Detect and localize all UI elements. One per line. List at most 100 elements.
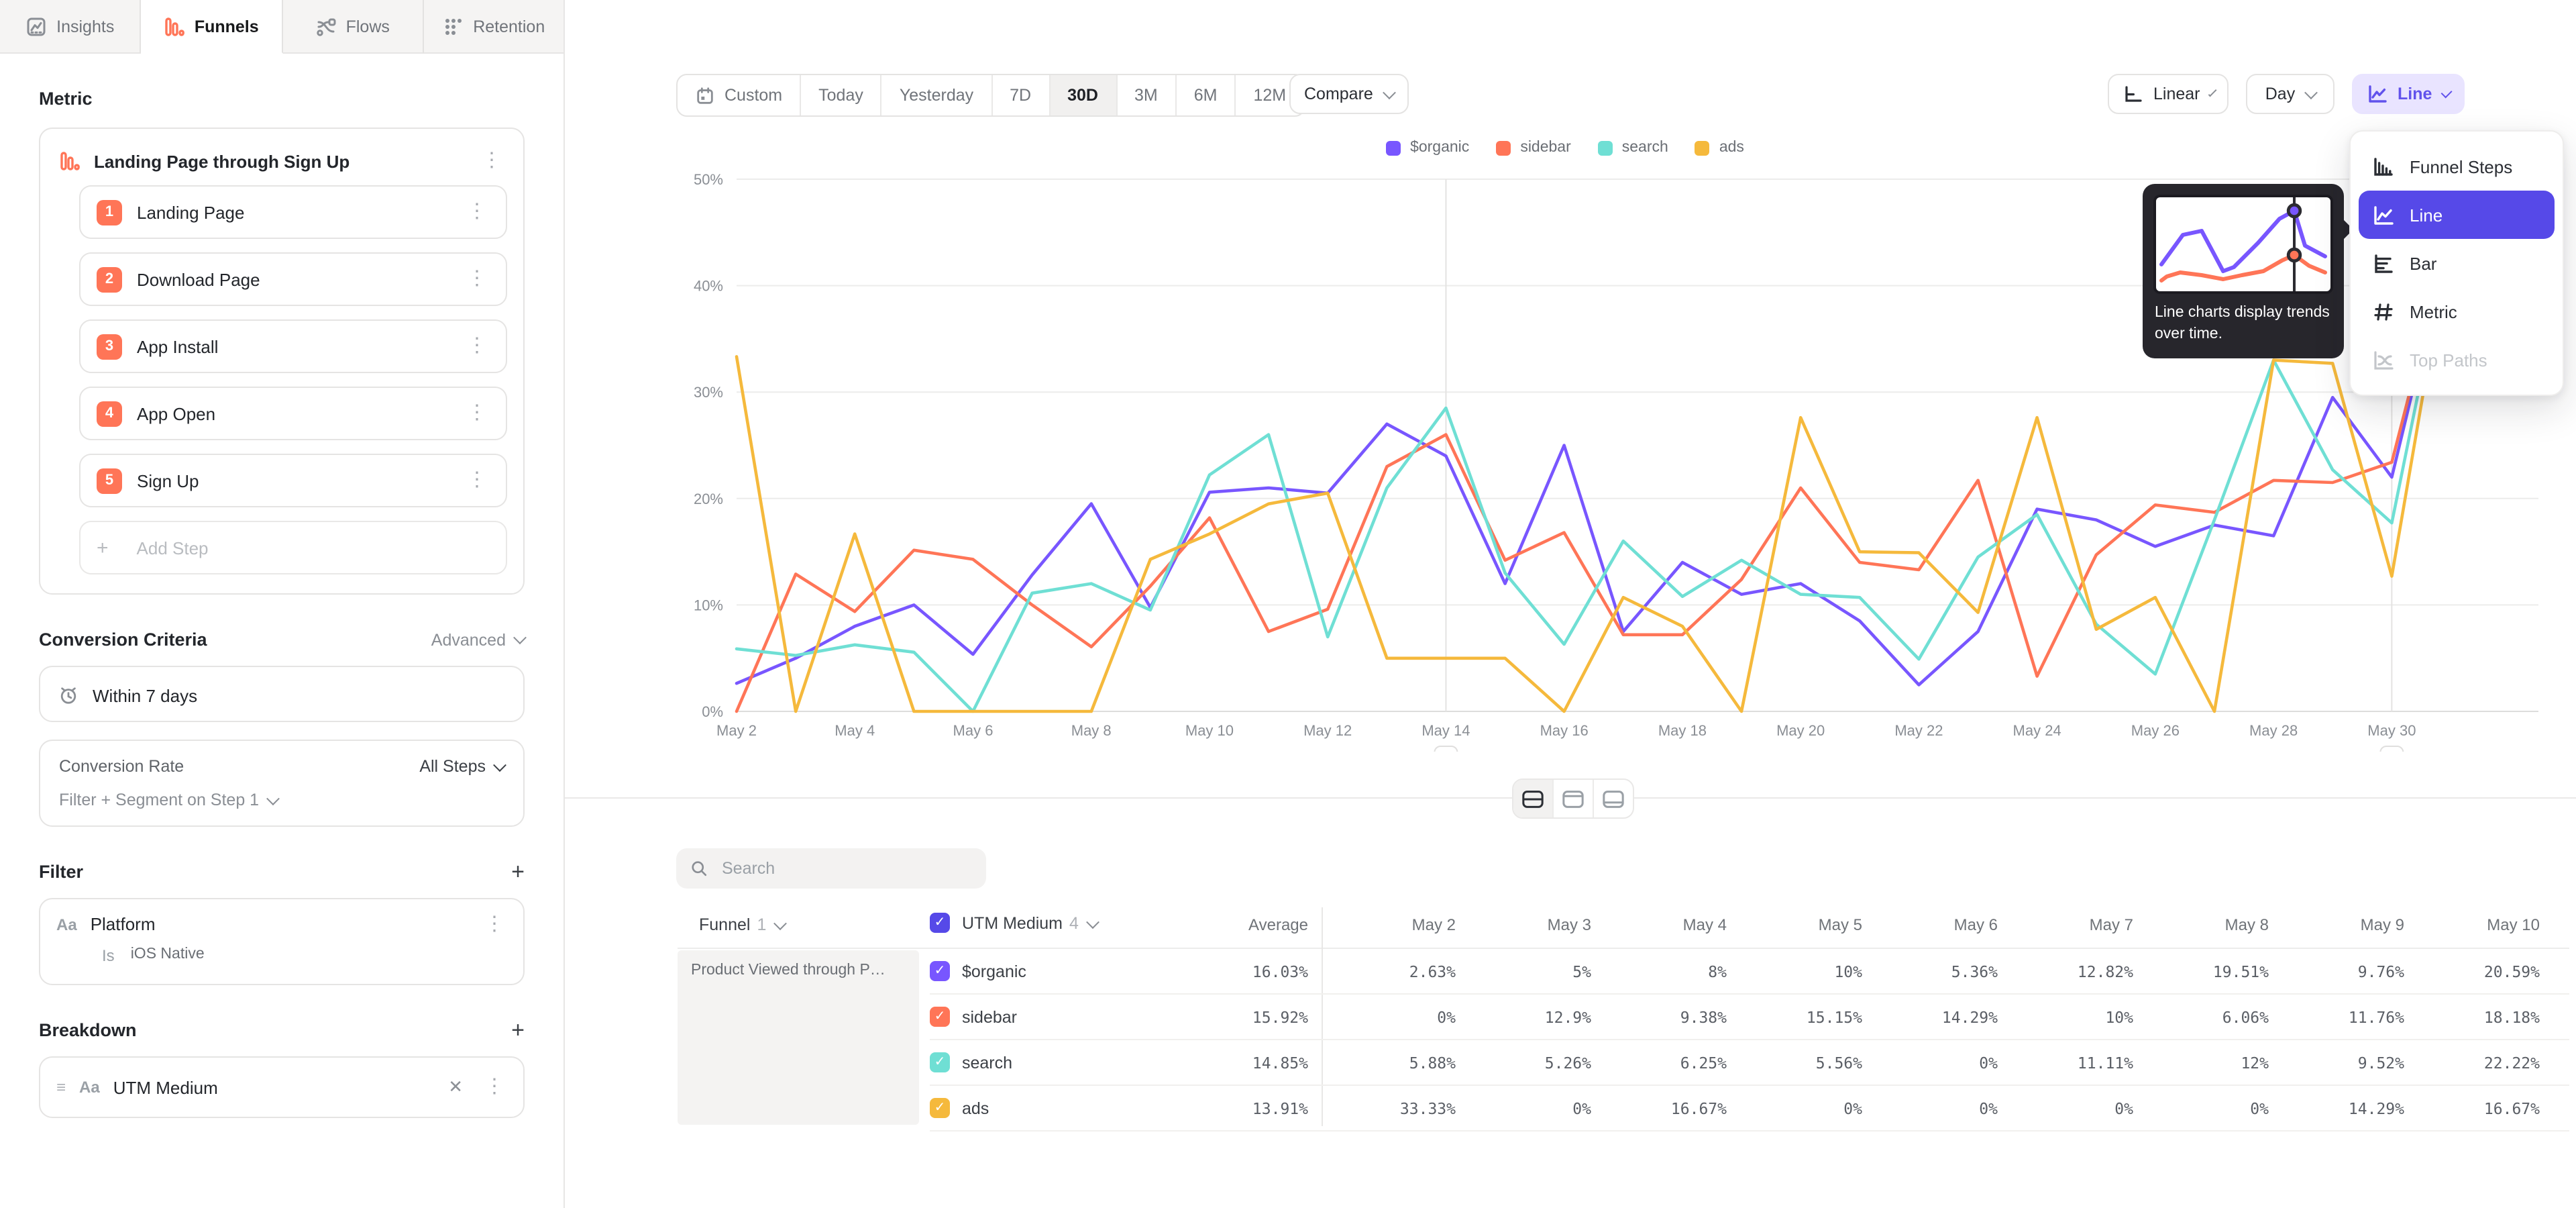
cell-value: 0% [1727, 1099, 1862, 1117]
svg-text:May 20: May 20 [1776, 722, 1825, 739]
layout-table-button[interactable] [1594, 780, 1633, 817]
filter-card: Aa Platform ⋮ Is iOS Native [39, 898, 525, 985]
table-row-sidebar[interactable]: ✓sidebar15.92%0%12.9%9.38%15.15%14.29%10… [930, 995, 2569, 1040]
funnel-title-row[interactable]: Landing Page through Sign Up ⋮ [56, 145, 507, 185]
top-paths-icon [2372, 348, 2395, 371]
tab-label: Retention [473, 17, 545, 36]
menu-item-bar[interactable]: Bar [2359, 239, 2555, 287]
funnel-step-5[interactable]: 5Sign Up⋮ [79, 454, 507, 507]
tab-retention[interactable]: Retention [424, 0, 564, 54]
add-step-button[interactable]: + Add Step [79, 521, 507, 574]
step-kebab-icon[interactable]: ⋮ [464, 340, 490, 353]
table-header: Funnel1 ✓ UTM Medium4 AverageMay 2May 3M… [678, 907, 2569, 949]
table-rows: ✓$organic16.03%2.63%5%8%10%5.36%12.82%19… [930, 949, 2569, 1131]
funnel-kebab-icon[interactable]: ⋮ [479, 154, 504, 168]
conversion-window-card[interactable]: Within 7 days [39, 666, 525, 722]
step-label: Landing Page [137, 202, 449, 222]
filter-operator[interactable]: Is [102, 946, 115, 965]
breakdown-card: ≡ Aa UTM Medium ✕ ⋮ [39, 1056, 525, 1118]
cell-value: 6.25% [1591, 1053, 1727, 1072]
cell-value: 14.29% [1862, 1007, 1998, 1026]
table-row-ads[interactable]: ✓ads13.91%33.33%0%16.67%0%0%0%0%14.29%16… [930, 1086, 2569, 1131]
filter-kebab-icon[interactable]: ⋮ [482, 917, 507, 931]
bar-icon [2372, 252, 2395, 274]
cell-average: 16.03% [1171, 962, 1308, 980]
svg-text:May 18: May 18 [1658, 722, 1707, 739]
tab-label: Flows [346, 17, 390, 36]
step-kebab-icon[interactable]: ⋮ [464, 205, 490, 219]
svg-text:May 26: May 26 [2131, 722, 2180, 739]
layout-chart-button[interactable] [1554, 780, 1594, 817]
row-name-cell: ✓ $organic [930, 961, 1171, 981]
svg-text:May 24: May 24 [2013, 722, 2061, 739]
search-input[interactable] [719, 858, 973, 879]
column-header-date: May 5 [1727, 915, 1862, 934]
step-kebab-icon[interactable]: ⋮ [464, 407, 490, 420]
select-all-checkbox[interactable]: ✓ [930, 913, 950, 933]
menu-item-metric[interactable]: Metric [2359, 287, 2555, 336]
step-kebab-icon[interactable]: ⋮ [464, 272, 490, 286]
advanced-dropdown[interactable]: Advanced [431, 630, 525, 649]
breakdown-kebab-icon[interactable]: ⋮ [482, 1080, 507, 1094]
menu-item-line[interactable]: Line [2359, 191, 2555, 239]
step-label: App Open [137, 403, 449, 423]
conversion-rate-dropdown[interactable]: All Steps [419, 757, 504, 776]
tab-funnels[interactable]: Funnels [142, 0, 283, 54]
cell-value: 5.56% [1727, 1053, 1862, 1072]
tab-flows[interactable]: Flows [282, 0, 424, 54]
chart-type-tooltip: Line charts display trends over time. [2143, 184, 2344, 358]
funnel-step-2[interactable]: 2Download Page⋮ [79, 252, 507, 306]
clock-icon [58, 685, 79, 706]
menu-item-funnel-steps[interactable]: Funnel Steps [2359, 142, 2555, 191]
filter-segment-dropdown[interactable]: Filter + Segment on Step 1 [59, 791, 504, 809]
breakdown-property[interactable]: UTM Medium [113, 1077, 429, 1097]
layout-split-button[interactable] [1513, 780, 1554, 817]
string-property-icon: Aa [56, 915, 77, 934]
funnel-title: Landing Page through Sign Up [94, 151, 466, 171]
plus-icon: + [97, 536, 109, 559]
funnel-column-dropdown[interactable]: Funnel1 [699, 915, 785, 934]
funnel-step-4[interactable]: 4App Open⋮ [79, 387, 507, 440]
filter-property[interactable]: Platform [91, 914, 468, 934]
menu-item-label: Metric [2410, 301, 2457, 321]
svg-text:May 30: May 30 [2367, 722, 2416, 739]
row-label: $organic [962, 962, 1026, 980]
conversion-criteria-heading: Conversion Criteria [39, 630, 207, 650]
filter-value[interactable]: iOS Native [131, 946, 205, 965]
row-label: search [962, 1053, 1012, 1072]
cell-value: 5% [1456, 962, 1591, 980]
step-kebab-icon[interactable]: ⋮ [464, 474, 490, 487]
drag-handle-icon[interactable]: ≡ [56, 1078, 66, 1097]
add-filter-button[interactable]: + [511, 862, 525, 881]
row-checkbox[interactable]: ✓ [930, 961, 950, 981]
column-header-date: May 9 [2269, 915, 2404, 934]
funnel-step-1[interactable]: 1Landing Page⋮ [79, 185, 507, 239]
menu-item-label: Bar [2410, 253, 2436, 273]
table-row-search[interactable]: ✓search14.85%5.88%5.26%6.25%5.56%0%11.11… [930, 1040, 2569, 1086]
step-label: App Install [137, 336, 449, 356]
remove-breakdown-icon[interactable]: ✕ [443, 1076, 468, 1098]
table-row-group[interactable]: Product Viewed through P… [678, 950, 919, 1125]
cell-value: 16.67% [1591, 1099, 1727, 1117]
row-checkbox[interactable]: ✓ [930, 1007, 950, 1027]
add-breakdown-button[interactable]: + [511, 1021, 525, 1040]
funnel-step-3[interactable]: 3App Install⋮ [79, 319, 507, 373]
table-row-organic[interactable]: ✓$organic16.03%2.63%5%8%10%5.36%12.82%19… [930, 949, 2569, 995]
menu-item-top-paths: Top Paths [2359, 336, 2555, 384]
tab-insights[interactable]: Insights [0, 0, 142, 54]
cell-value: 10% [1998, 1007, 2133, 1026]
sidebar-scroll[interactable]: Metric Landing Page through Sign Up ⋮ 1L… [0, 54, 564, 1208]
metric-icon [2372, 300, 2395, 323]
column-header-average[interactable]: Average [1171, 915, 1308, 934]
layout-toggle [1512, 778, 1634, 819]
column-header-date: May 2 [1308, 915, 1456, 934]
cell-average: 15.92% [1171, 1007, 1308, 1026]
svg-text:May 28: May 28 [2249, 722, 2298, 739]
filter-heading: Filter [39, 862, 83, 882]
svg-text:May 16: May 16 [1540, 722, 1589, 739]
breakdown-column-dropdown[interactable]: ✓ UTM Medium4 [930, 913, 1097, 933]
cell-value: 0% [1308, 1007, 1456, 1026]
row-checkbox[interactable]: ✓ [930, 1052, 950, 1072]
row-checkbox[interactable]: ✓ [930, 1098, 950, 1118]
svg-text:May 12: May 12 [1303, 722, 1352, 739]
